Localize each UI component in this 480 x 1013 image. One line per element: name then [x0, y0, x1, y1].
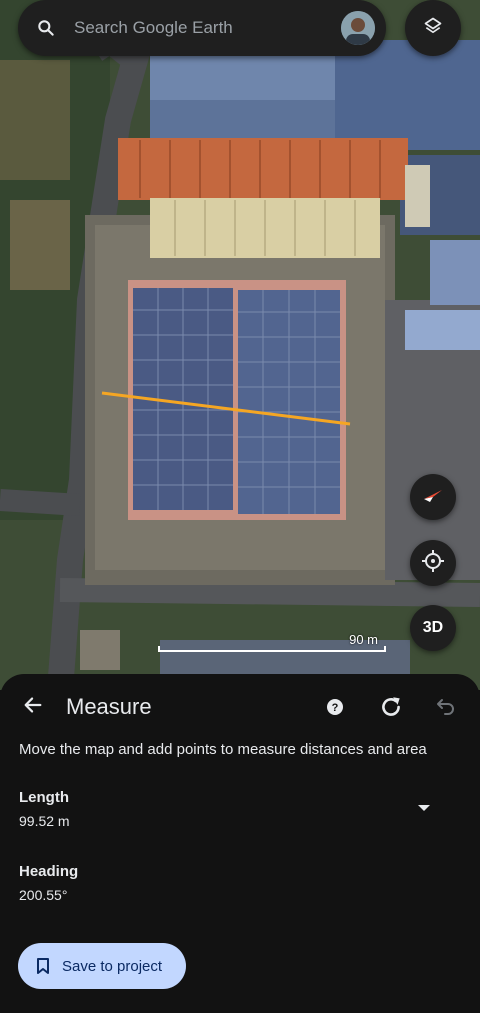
- save-to-project-button[interactable]: Save to project: [18, 943, 186, 989]
- save-to-project-label: Save to project: [62, 957, 163, 975]
- compass-icon: [420, 482, 446, 513]
- search-input[interactable]: [74, 18, 341, 38]
- avatar[interactable]: [341, 11, 375, 45]
- arrow-back-icon: [22, 694, 44, 721]
- refresh-icon: [382, 697, 400, 716]
- satellite-map[interactable]: [0, 0, 480, 690]
- layers-icon: [423, 16, 443, 41]
- satellite-imagery: [0, 0, 480, 690]
- scale-bar: [158, 646, 386, 652]
- heading-value: 200.55°: [19, 887, 68, 903]
- help-button[interactable]: ?: [324, 696, 346, 718]
- help-icon: ?: [327, 699, 343, 715]
- units-dropdown[interactable]: [412, 798, 436, 818]
- page-title: Measure: [66, 694, 152, 719]
- dropdown-arrow-icon: [418, 805, 430, 811]
- measure-panel: Measure ? Move the map and add points to…: [0, 674, 480, 1013]
- scale-label: 90 m: [349, 632, 378, 647]
- refresh-button[interactable]: [378, 694, 404, 720]
- my-location-icon: [421, 549, 445, 578]
- undo-button[interactable]: [434, 694, 460, 720]
- map-scale: 90 m: [158, 632, 386, 654]
- heading-label: Heading: [19, 863, 79, 880]
- undo-icon: [437, 699, 454, 715]
- layers-button[interactable]: [405, 0, 461, 56]
- search-bar[interactable]: [18, 0, 386, 56]
- svg-text:?: ?: [332, 702, 339, 714]
- length-label: Length: [19, 789, 69, 806]
- my-location-button[interactable]: [410, 540, 456, 586]
- search-icon[interactable]: [18, 0, 74, 56]
- measure-instruction: Move the map and add points to measure d…: [19, 741, 427, 758]
- measure-header: Measure ?: [0, 674, 480, 740]
- length-value: 99.52 m: [19, 813, 70, 829]
- compass-button[interactable]: [410, 474, 456, 520]
- bookmark-icon: [36, 957, 50, 975]
- view-3d-button[interactable]: 3D: [410, 605, 456, 651]
- back-button[interactable]: [17, 691, 49, 723]
